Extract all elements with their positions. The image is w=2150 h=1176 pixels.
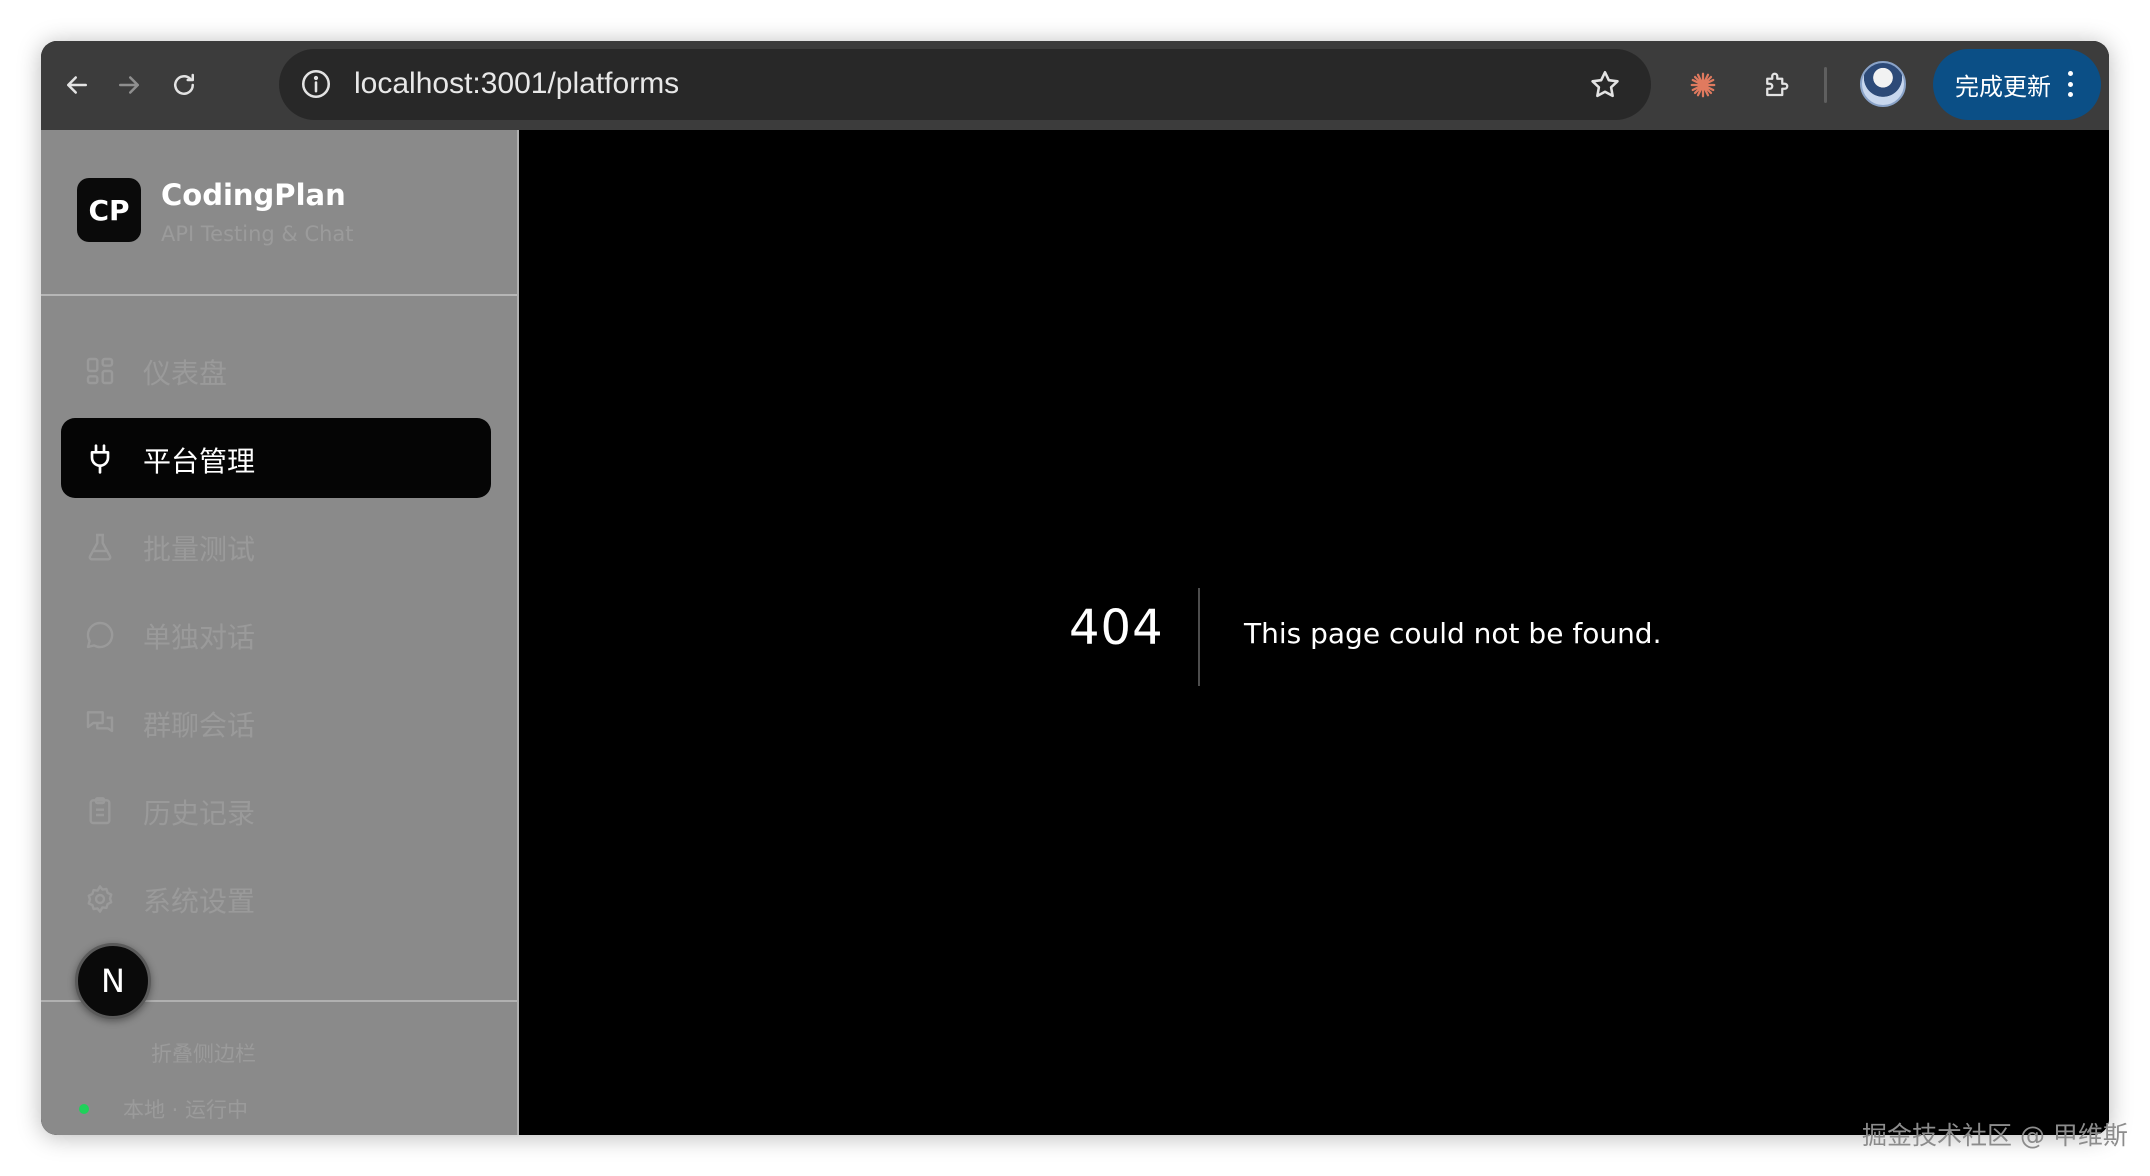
chat-bubble-icon bbox=[83, 618, 117, 652]
sidebar-item-label: 群聊会话 bbox=[143, 709, 256, 742]
not-found-page: 404 This page could not be found. bbox=[519, 130, 2109, 1135]
status-text: 本地 · 运行中 bbox=[123, 1098, 249, 1122]
back-arrow-icon[interactable] bbox=[55, 63, 99, 107]
flask-icon bbox=[83, 530, 117, 564]
sidebar-item-label: 历史记录 bbox=[143, 797, 256, 830]
sidebar-item-history[interactable]: 历史记录 bbox=[61, 770, 491, 850]
app-logo: CP bbox=[77, 178, 141, 242]
browser-toolbar: localhost:3001/platforms 完成更新 bbox=[41, 41, 2109, 130]
sidebar-item-dashboard[interactable]: 仪表盘 bbox=[61, 330, 491, 410]
url-text[interactable]: localhost:3001/platforms bbox=[354, 67, 679, 101]
toolbar-divider bbox=[1824, 67, 1827, 103]
sidebar-item-label: 仪表盘 bbox=[143, 357, 228, 390]
update-button-label: 完成更新 bbox=[1955, 73, 2051, 101]
menu-dots-icon[interactable] bbox=[2067, 71, 2073, 97]
reload-icon[interactable] bbox=[162, 63, 206, 107]
update-button[interactable]: 完成更新 bbox=[1933, 49, 2101, 120]
browser-window: localhost:3001/platforms 完成更新 CP CodingP… bbox=[41, 41, 2109, 1135]
error-code: 404 bbox=[1069, 600, 1164, 656]
site-info-icon[interactable] bbox=[297, 65, 335, 103]
collapse-sidebar-label[interactable]: 折叠侧边栏 bbox=[151, 1038, 256, 1068]
error-message: This page could not be found. bbox=[1244, 617, 1662, 650]
address-bar[interactable]: localhost:3001/platforms bbox=[279, 49, 1651, 120]
sidebar-item-label: 平台管理 bbox=[143, 445, 256, 478]
sunburst-extension-icon[interactable] bbox=[1681, 63, 1725, 107]
sidebar-item-settings[interactable]: 系统设置 bbox=[61, 858, 491, 938]
sidebar-item-group-chat[interactable]: 群聊会话 bbox=[61, 682, 491, 762]
forward-arrow-icon[interactable] bbox=[107, 63, 151, 107]
dashboard-grid-icon bbox=[83, 354, 117, 388]
sidebar-item-label: 批量测试 bbox=[143, 533, 256, 566]
sidebar-nav: 仪表盘 平台管理 批量测试 单独对话 群聊会话 历史记录 系统设置 bbox=[61, 330, 491, 946]
sidebar-item-label: 系统设置 bbox=[143, 885, 256, 918]
watermark-text: 掘金技术社区 @ 甲维斯 bbox=[1862, 1121, 2128, 1150]
error-divider bbox=[1198, 588, 1200, 686]
app-name: CodingPlan bbox=[161, 178, 346, 212]
profile-avatar-icon[interactable] bbox=[1860, 61, 1906, 107]
nextjs-dev-badge[interactable]: N bbox=[75, 943, 151, 1019]
sidebar-item-label: 单独对话 bbox=[143, 621, 256, 654]
sidebar-item-batch-test[interactable]: 批量测试 bbox=[61, 506, 491, 586]
sidebar-brand: CP CodingPlan API Testing & Chat bbox=[41, 130, 517, 296]
app-subtitle: API Testing & Chat bbox=[161, 222, 354, 246]
bookmark-star-icon[interactable] bbox=[1585, 65, 1625, 105]
sidebar-item-platforms[interactable]: 平台管理 bbox=[61, 418, 491, 498]
sidebar-item-chat[interactable]: 单独对话 bbox=[61, 594, 491, 674]
chat-bubbles-icon bbox=[83, 706, 117, 740]
extensions-puzzle-icon[interactable] bbox=[1754, 63, 1798, 107]
status-dot bbox=[79, 1104, 89, 1114]
plug-icon bbox=[83, 442, 117, 476]
gear-icon bbox=[83, 882, 117, 916]
sidebar-footer: 折叠侧边栏 本地 · 运行中 bbox=[41, 1000, 517, 1135]
clipboard-icon bbox=[83, 794, 117, 828]
